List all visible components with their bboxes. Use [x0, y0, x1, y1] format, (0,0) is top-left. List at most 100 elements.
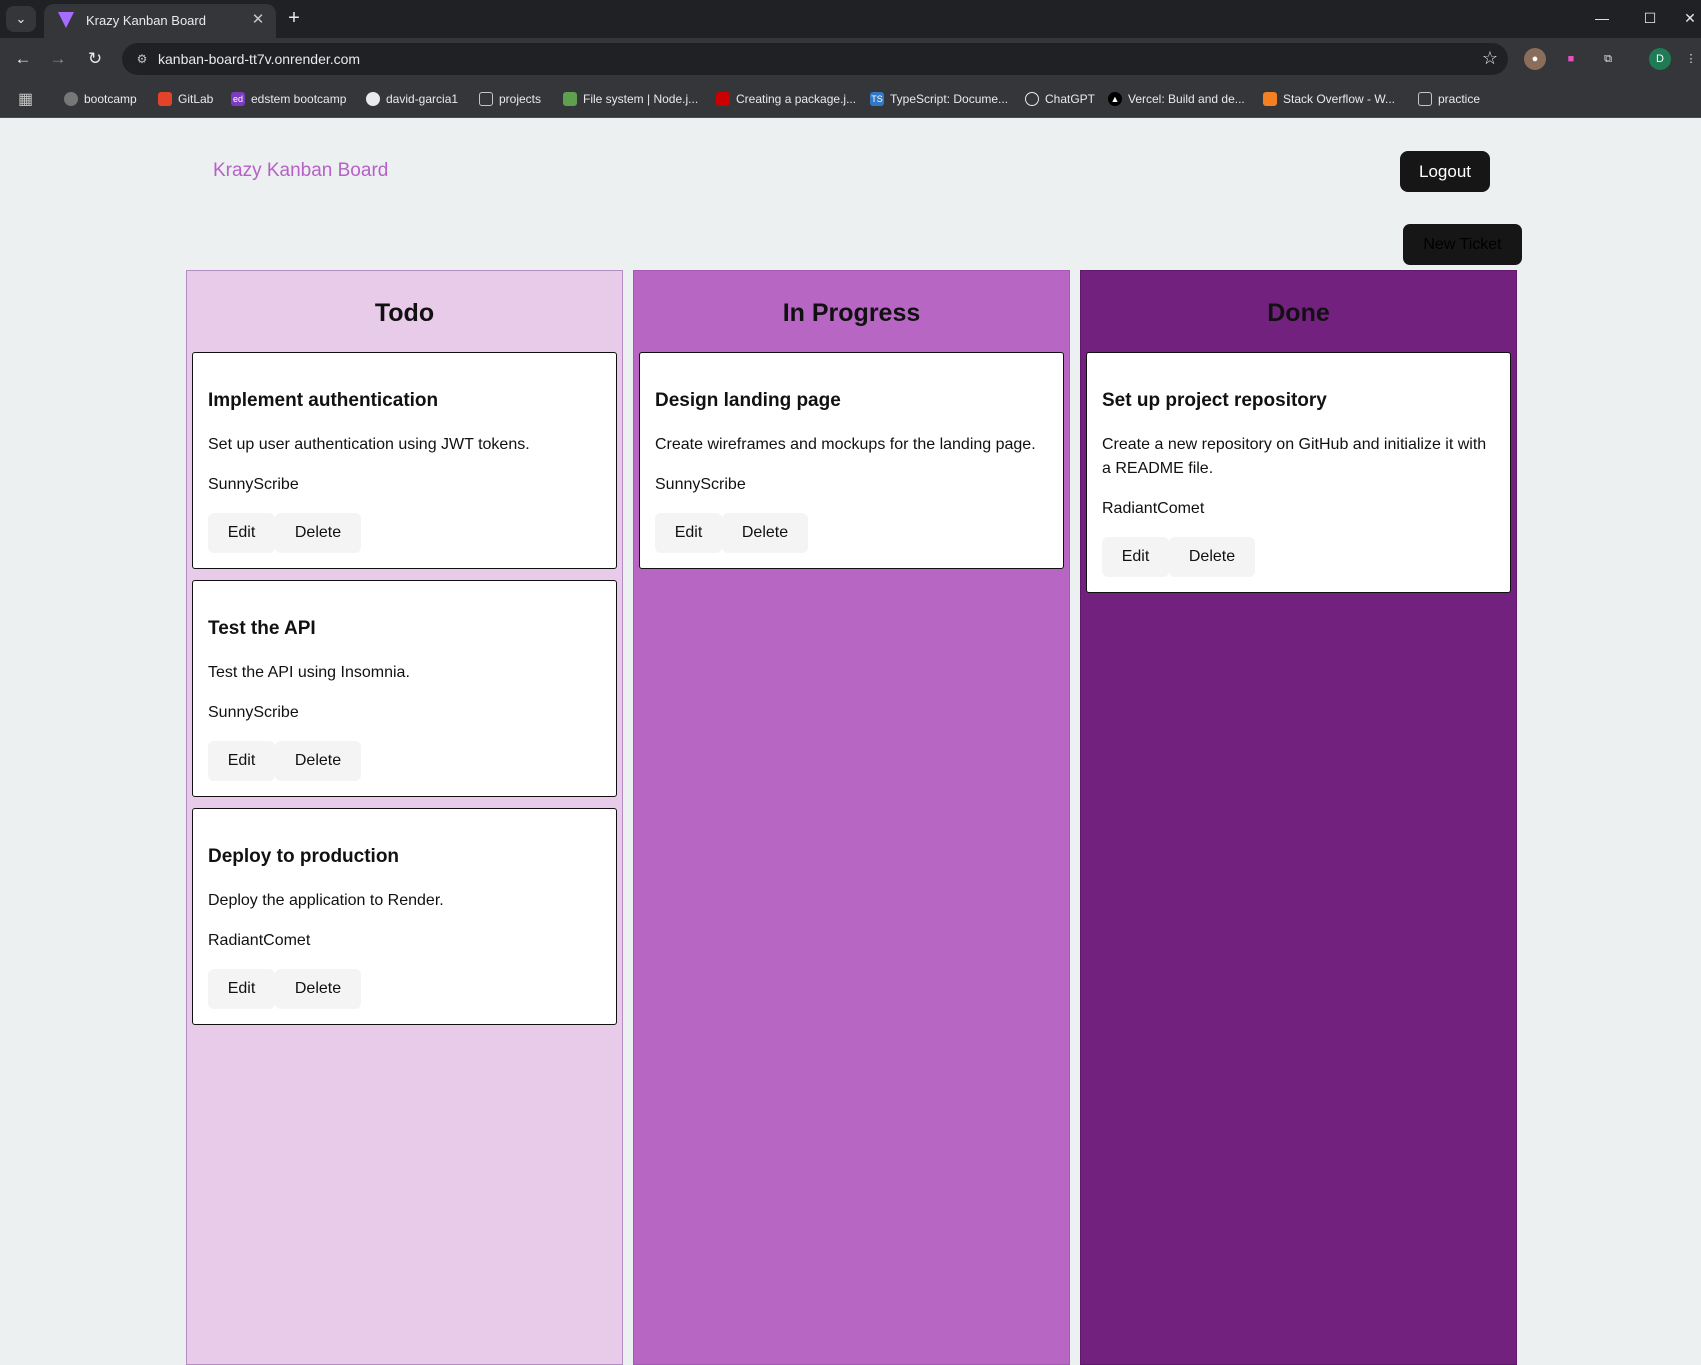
ticket-title: Implement authentication	[208, 390, 439, 411]
ticket-card: Test the API Test the API using Insomnia…	[192, 580, 617, 797]
bookmark-item[interactable]: projects	[479, 90, 541, 108]
ticket-card: Deploy to production Deploy the applicat…	[192, 808, 617, 1025]
delete-button[interactable]: Delete	[1169, 537, 1255, 577]
url-text[interactable]: kanban-board-tt7v.onrender.com	[158, 51, 360, 67]
card-list: Set up project repository Create a new r…	[1086, 352, 1511, 604]
bookmark-label: projects	[499, 92, 542, 106]
ticket-assignee: SunnyScribe	[208, 704, 299, 721]
column-title: Todo	[374, 299, 435, 327]
ticket-description: Deploy the application to Render.	[208, 892, 444, 909]
bookmark-item[interactable]: ▲ Vercel: Build and de...	[1108, 90, 1245, 108]
bookmark-item[interactable]: TS TypeScript: Docume...	[870, 90, 1008, 108]
delete-button[interactable]: Delete	[275, 741, 361, 781]
column-done: Done Set up project repository Create a …	[1080, 270, 1517, 1365]
bookmark-label: Stack Overflow - W...	[1283, 92, 1396, 106]
ticket-actions: Edit Delete	[208, 513, 601, 568]
bookmarks-bar: ▦ bootcamp GitLab ed edstem bootcamp davi…	[0, 80, 1701, 118]
browser-titlebar: ⌄ Krazy Kanban Board ✕ + — ☐ ✕	[0, 0, 1701, 38]
bookmark-item[interactable]: bootcamp	[64, 90, 137, 108]
bookmark-label: TypeScript: Docume...	[890, 92, 1009, 106]
delete-button[interactable]: Delete	[275, 513, 361, 553]
ticket-title: Design landing page	[655, 390, 841, 411]
new-tab-button[interactable]: +	[282, 6, 306, 30]
logout-button[interactable]: Logout	[1400, 151, 1490, 192]
browser-toolbar: ← → ↻ ⚙ kanban-board-tt7v.onrender.com ☆…	[0, 38, 1701, 80]
delete-button[interactable]: Delete	[722, 513, 808, 553]
edit-button[interactable]: Edit	[208, 969, 275, 1009]
folder-icon	[479, 92, 493, 106]
globe-icon	[64, 92, 78, 106]
bookmark-item[interactable]: Stack Overflow - W...	[1263, 90, 1395, 108]
gitlab-icon	[158, 92, 172, 106]
ticket-card: Set up project repository Create a new r…	[1086, 352, 1511, 593]
card-list: Design landing page Create wireframes an…	[639, 352, 1064, 580]
delete-button[interactable]: Delete	[275, 969, 361, 1009]
bookmark-label: david-garcia1	[386, 92, 459, 106]
nodejs-icon	[563, 92, 577, 106]
edstem-icon: ed	[231, 92, 245, 106]
ticket-assignee: SunnyScribe	[655, 476, 746, 493]
forward-icon[interactable]: →	[46, 47, 70, 71]
browser-tab[interactable]: Krazy Kanban Board ✕	[44, 4, 276, 38]
ticket-assignee: RadiantComet	[1102, 500, 1205, 517]
bookmark-item[interactable]: File system | Node.j...	[563, 90, 698, 108]
chatgpt-icon	[1025, 92, 1039, 106]
profile-avatar[interactable]: D	[1649, 48, 1671, 70]
ticket-title: Test the API	[208, 618, 316, 639]
bookmark-star-icon[interactable]: ☆	[1482, 48, 1498, 69]
bookmark-label: Vercel: Build and de...	[1128, 92, 1245, 106]
minimize-icon[interactable]: —	[1582, 6, 1622, 30]
ticket-title: Set up project repository	[1102, 390, 1327, 411]
screen-recorder-icon[interactable]: ■	[1560, 48, 1582, 70]
typescript-icon: TS	[870, 92, 884, 106]
npm-icon	[716, 92, 730, 106]
bookmark-item[interactable]: practice	[1418, 90, 1480, 108]
ticket-description: Create wireframes and mockups for the la…	[655, 436, 1036, 453]
bookmark-item[interactable]: ChatGPT	[1025, 90, 1095, 108]
app-title[interactable]: Krazy Kanban Board	[213, 160, 388, 182]
ticket-actions: Edit Delete	[208, 969, 601, 1024]
bookmark-item[interactable]: ed edstem bootcamp	[231, 90, 346, 108]
back-icon[interactable]: ←	[11, 47, 35, 71]
ticket-description: Create a new repository on GitHub and in…	[1102, 436, 1487, 477]
bookmark-label: GitLab	[178, 92, 214, 106]
apps-grid-icon[interactable]: ▦	[18, 89, 33, 109]
bookmark-label: ChatGPT	[1045, 92, 1096, 106]
ticket-assignee: RadiantComet	[208, 932, 311, 949]
new-ticket-button[interactable]: New Ticket	[1403, 224, 1522, 265]
bookmark-item[interactable]: Creating a package.j...	[716, 90, 856, 108]
reload-icon[interactable]: ↻	[83, 47, 107, 71]
bookmark-label: Creating a package.j...	[736, 92, 857, 106]
ticket-description: Set up user authentication using JWT tok…	[208, 436, 530, 453]
bookmark-item[interactable]: david-garcia1	[366, 90, 458, 108]
edit-button[interactable]: Edit	[655, 513, 722, 553]
browser-menu-icon[interactable]: ⋮	[1684, 48, 1698, 70]
extensions-puzzle-icon[interactable]: ⧉	[1597, 48, 1619, 70]
column-title: In Progress	[782, 299, 921, 327]
ticket-card: Design landing page Create wireframes an…	[639, 352, 1064, 569]
tab-close-icon[interactable]: ✕	[248, 10, 268, 30]
ticket-description: Test the API using Insomnia.	[208, 664, 410, 681]
bookmark-label: bootcamp	[84, 92, 137, 106]
edit-button[interactable]: Edit	[208, 513, 275, 553]
column-todo: Todo Implement authentication Set up use…	[186, 270, 623, 1365]
edit-button[interactable]: Edit	[208, 741, 275, 781]
ticket-actions: Edit Delete	[208, 741, 601, 796]
stackoverflow-icon	[1263, 92, 1277, 106]
maximize-icon[interactable]: ☐	[1630, 6, 1670, 30]
bookmark-item[interactable]: GitLab	[158, 90, 213, 108]
edit-button[interactable]: Edit	[1102, 537, 1169, 577]
vite-favicon-icon	[58, 12, 74, 28]
close-window-icon[interactable]: ✕	[1670, 6, 1701, 30]
tab-search-button[interactable]: ⌄	[6, 6, 36, 32]
vercel-icon: ▲	[1108, 92, 1122, 106]
site-info-icon[interactable]: ⚙	[132, 49, 152, 69]
ticket-actions: Edit Delete	[655, 513, 1048, 568]
column-title: Done	[1267, 299, 1330, 327]
bookmark-label: File system | Node.j...	[583, 92, 699, 106]
tab-title: Krazy Kanban Board	[86, 13, 206, 28]
ticket-assignee: SunnyScribe	[208, 476, 299, 493]
extension-icon[interactable]: ●	[1524, 48, 1546, 70]
bookmark-label: edstem bootcamp	[251, 92, 347, 106]
address-bar[interactable]: ⚙ kanban-board-tt7v.onrender.com ☆	[122, 43, 1508, 75]
